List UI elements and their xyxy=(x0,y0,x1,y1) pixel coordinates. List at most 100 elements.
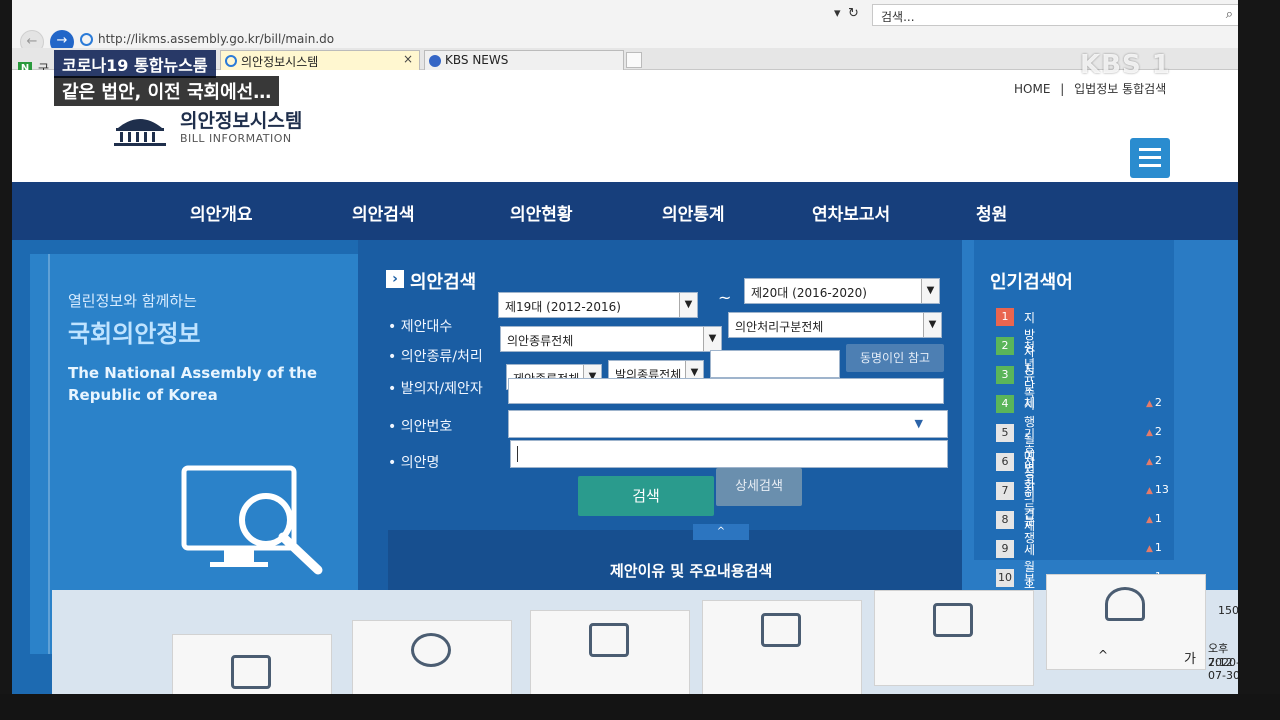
site-subtitle: BILL INFORMATION xyxy=(180,132,292,145)
calendar-icon xyxy=(761,613,801,647)
session-from-value: 제19대 (2012-2016) xyxy=(505,300,621,314)
intro-line-2: 국회의안정보 xyxy=(68,320,201,348)
rank-number: 9 xyxy=(996,540,1014,558)
new-tab-button[interactable] xyxy=(626,52,642,68)
tab-bill-info[interactable]: 의안정보시스템 × xyxy=(220,50,420,70)
reason-search-title[interactable]: 제안이유 및 주요내용검색 xyxy=(610,560,772,581)
nav-petition[interactable]: 청원 xyxy=(976,200,1007,225)
chevron-right-icon: › xyxy=(386,270,404,288)
ime-indicator[interactable]: 가 xyxy=(1184,648,1196,667)
zoom-level[interactable]: 150% xyxy=(1218,604,1238,617)
news-caption-main: 같은 법안, 이전 국회에선… xyxy=(54,76,280,106)
tab-label: 의안정보시스템 xyxy=(241,55,319,69)
bill-name-label: • 의안명 xyxy=(388,455,440,471)
nav-bill-status[interactable]: 의안현황 xyxy=(510,200,573,225)
ie-tab-icon xyxy=(225,55,237,67)
bill-type-label: • 의안종류/처리 xyxy=(388,349,483,365)
text-cursor xyxy=(517,446,518,462)
popular-title: 인기검색어 xyxy=(990,272,1073,293)
rank-number: 10 xyxy=(996,569,1014,587)
monitor-bezel-right xyxy=(1238,0,1280,720)
dropdown-icon[interactable]: ▾ xyxy=(834,6,841,21)
rank-change: 1 xyxy=(1146,541,1162,554)
quick-card-document[interactable] xyxy=(874,590,1034,686)
tab-kbs-news[interactable]: KBS NEWS xyxy=(424,50,624,70)
menu-icon[interactable] xyxy=(1130,138,1170,178)
assembly-logo-icon xyxy=(114,119,166,146)
rank-number: 8 xyxy=(996,511,1014,529)
session-from-select[interactable]: 제19대 (2012-2016) ▼ xyxy=(498,292,698,318)
nav-bill-stats[interactable]: 의안통계 xyxy=(662,200,725,225)
main-nav: 의안개요 의안검색 의안현황 의안통계 연차보고서 청원 xyxy=(12,182,1238,240)
bill-type-value: 의안종류전체 xyxy=(507,334,574,348)
session-label: • 제안대수 xyxy=(388,319,453,335)
globe-tab-icon xyxy=(429,55,441,67)
site-title[interactable]: 의안정보시스템 xyxy=(180,106,302,133)
search-icon[interactable]: ⌕ xyxy=(1226,7,1233,22)
chevron-up-icon[interactable]: ^ xyxy=(1098,648,1108,662)
chevron-down-icon: ▼ xyxy=(914,417,923,430)
kbs-logo: KBS 1 xyxy=(1080,50,1171,80)
rank-change: 2 xyxy=(1146,396,1162,409)
nav-bill-search[interactable]: 의안검색 xyxy=(352,200,415,225)
rank-change: 2 xyxy=(1146,454,1162,467)
chevron-down-icon: ▼ xyxy=(703,327,721,351)
process-type-select[interactable]: 의안처리구분전체 ▼ xyxy=(728,312,942,338)
quick-card-book[interactable] xyxy=(530,610,690,694)
system-tray: ^ 가 오후 7:12 2020-07-30 xyxy=(1088,640,1238,682)
home-link[interactable]: HOME xyxy=(1014,82,1050,96)
search-title-text: 의안검색 xyxy=(410,272,477,293)
bill-name-input[interactable] xyxy=(510,440,948,468)
nav-bill-overview[interactable]: 의안개요 xyxy=(190,200,253,225)
rank-number: 5 xyxy=(996,424,1014,442)
address-bar[interactable]: http://likms.assembly.go.kr/bill/main.do xyxy=(78,30,1238,50)
close-icon[interactable]: × xyxy=(403,52,413,66)
rank-change: 13 xyxy=(1146,483,1169,496)
tab-label: KBS NEWS xyxy=(445,53,509,67)
search-button[interactable]: 검색 xyxy=(578,476,714,516)
monitor-bezel-left xyxy=(0,0,12,720)
session-to-value: 제20대 (2016-2020) xyxy=(751,286,867,300)
range-tilde: ~ xyxy=(718,288,732,307)
ie-icon xyxy=(80,33,93,46)
monitor-bezel-bottom xyxy=(0,694,1280,720)
chevron-down-icon: ▼ xyxy=(923,313,941,337)
proposer-name-input[interactable] xyxy=(710,350,840,378)
clock-date[interactable]: 2020-07-30 xyxy=(1208,656,1238,682)
news-caption-top: 코로나19 통합뉴스룸 xyxy=(54,50,216,78)
rank-number: 1 xyxy=(996,308,1014,326)
quick-card-calendar[interactable] xyxy=(702,600,862,694)
rank-number: 2 xyxy=(996,337,1014,355)
bill-number-label: • 의안번호 xyxy=(388,419,453,435)
quick-card-check[interactable] xyxy=(172,634,332,694)
refresh-icon[interactable]: ↻ xyxy=(848,6,859,21)
advanced-search-button[interactable]: 상세검색 xyxy=(716,468,802,506)
bill-type-select[interactable]: 의안종류전체 ▼ xyxy=(500,326,722,352)
chevron-up-icon[interactable]: ^ xyxy=(693,524,749,540)
process-type-value: 의안처리구분전체 xyxy=(735,320,824,334)
document-icon xyxy=(933,603,973,637)
chevron-down-icon: ▼ xyxy=(921,279,939,303)
pie-chart-icon xyxy=(411,633,451,667)
rank-number: 7 xyxy=(996,482,1014,500)
rank-number: 3 xyxy=(996,366,1014,384)
link-separator: | xyxy=(1060,82,1065,96)
browser-search-input[interactable]: 검색... ⌕ xyxy=(872,4,1238,26)
bill-number-select[interactable]: ▼ xyxy=(508,410,948,438)
proposer-extra-input[interactable] xyxy=(508,378,944,404)
quick-menu-bar xyxy=(52,574,1238,694)
session-to-select[interactable]: 제20대 (2016-2020) ▼ xyxy=(744,278,940,304)
monitor-search-icon xyxy=(181,465,323,575)
quick-card-chart[interactable] xyxy=(352,620,512,694)
intro-line-3: The National Assembly of the Republic of… xyxy=(68,364,317,404)
checkbox-icon xyxy=(231,655,271,689)
people-icon xyxy=(1105,587,1145,621)
nav-annual-report[interactable]: 연차보고서 xyxy=(812,200,890,225)
rank-number: 4 xyxy=(996,395,1014,413)
integrated-search-link[interactable]: 입법정보 통합검색 xyxy=(1074,82,1166,96)
cosign-reference-button[interactable]: 동명이인 참고 xyxy=(846,344,944,372)
book-icon xyxy=(589,623,629,657)
proposer-label: • 발의자/제안자 xyxy=(388,381,483,397)
intro-line-1: 열린정보와 함께하는 xyxy=(68,292,197,310)
rank-change: 1 xyxy=(1146,512,1162,525)
